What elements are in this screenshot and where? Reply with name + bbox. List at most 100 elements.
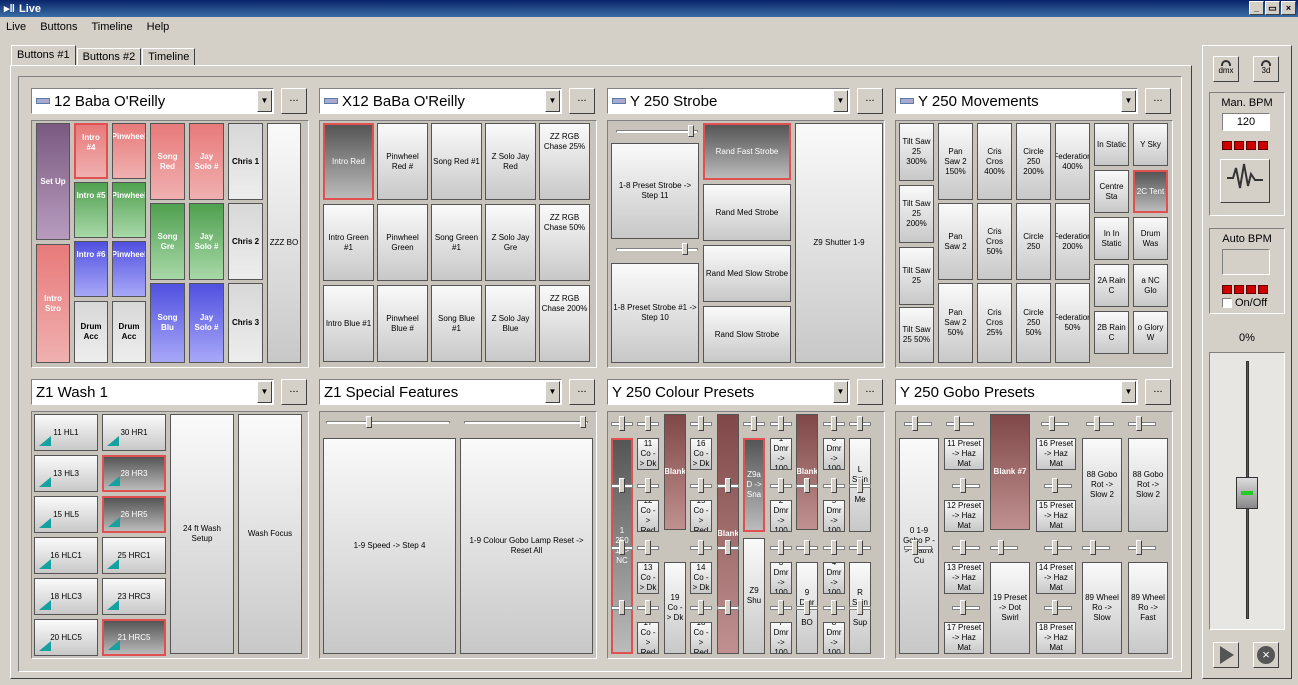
preset-button[interactable]: Chris 2 (228, 203, 263, 280)
restore-button[interactable]: ▭ (1265, 1, 1280, 15)
fader-mini[interactable] (952, 478, 980, 493)
preset-button[interactable]: Drum Acc (74, 301, 108, 363)
preset-button[interactable]: Z Solo Jay Blue (485, 285, 536, 362)
preset-button[interactable]: Wash Focus (238, 414, 302, 654)
tab-buttons-2[interactable]: Buttons #2 (76, 48, 142, 65)
preset-button[interactable]: 16 Co -> Dk (690, 438, 712, 470)
chevron-down-icon[interactable]: ▼ (257, 381, 272, 403)
fader-mini[interactable] (770, 478, 792, 493)
menu-buttons[interactable]: Buttons (40, 21, 77, 33)
preset-button[interactable]: 20 HLC5 (34, 619, 98, 656)
fader-mini[interactable] (717, 478, 739, 493)
fader-mini[interactable] (1128, 540, 1156, 555)
preset-button[interactable]: 4 Dmr -> 100 (823, 562, 845, 594)
ellipsis-button[interactable]: ... (1145, 379, 1171, 405)
tap-tempo-button[interactable] (1220, 159, 1270, 203)
fader-mini[interactable] (611, 540, 633, 555)
preset-button[interactable]: 2A Rain C (1094, 264, 1129, 307)
preset-button[interactable]: a NC Glo (1133, 264, 1168, 307)
preset-button[interactable]: Drum Acc (112, 301, 146, 363)
preset-button[interactable]: 1-9 Speed -> Step 4 (323, 438, 456, 654)
preset-button[interactable]: Pinwheel (112, 241, 146, 297)
fader-mini[interactable] (823, 416, 845, 431)
section-selector[interactable]: X12 BaBa O'Reilly ▼ (319, 88, 562, 114)
preset-button[interactable]: Pan Saw 2 50% (938, 283, 973, 363)
preset-button[interactable]: Rand Med Slow Strobe (703, 245, 791, 302)
preset-button[interactable]: Pan Saw 2 150% (938, 123, 973, 200)
tab-timeline[interactable]: Timeline (142, 48, 196, 65)
preset-button[interactable]: Tilt Saw 25 300% (899, 123, 934, 181)
preset-button[interactable]: 2B Rain C (1094, 311, 1129, 354)
fader-mini[interactable] (1128, 416, 1156, 431)
preset-button[interactable]: Intro Blue #1 (323, 285, 374, 362)
preset-button[interactable]: Blank (796, 414, 818, 530)
preset-button[interactable]: Intro Red (323, 123, 374, 200)
fader-mini[interactable] (717, 600, 739, 615)
speed-slider[interactable] (326, 416, 450, 430)
preset-button[interactable]: Intro #5 (74, 182, 108, 238)
preset-button[interactable]: 15 Preset -> Haz Mat (1036, 500, 1076, 532)
intensity-slider[interactable] (616, 243, 698, 257)
fader-mini[interactable] (990, 540, 1018, 555)
preset-button[interactable]: Circle 250 200% (1016, 123, 1051, 200)
preset-button[interactable]: 5 Dmr -> 100 (823, 500, 845, 532)
fader-mini[interactable] (770, 600, 792, 615)
preset-button[interactable]: Pinwheel Blue # (377, 285, 428, 362)
preset-button[interactable]: Z9 Shu (743, 538, 765, 654)
preset-button[interactable]: Intro #4 (74, 123, 108, 179)
section-selector[interactable]: 12 Baba O'Reilly ▼ (31, 88, 274, 114)
preset-button[interactable]: Blank (664, 414, 686, 530)
preset-button[interactable]: 1 Dmr -> 100 (770, 438, 792, 470)
preset-button[interactable]: 89 Wheel Ro -> Slow (1082, 562, 1122, 654)
preset-button[interactable]: 15 HL5 (34, 496, 98, 533)
fader-mini[interactable] (796, 540, 818, 555)
fader-mini[interactable] (690, 540, 712, 555)
reset-slider[interactable] (464, 416, 588, 430)
preset-button[interactable]: 7 Dmr -> 100 (770, 622, 792, 654)
preset-button[interactable]: 1-8 Preset Strobe -> Step 11 (611, 143, 699, 239)
preset-button[interactable]: Cris Cros 25% (977, 283, 1012, 363)
master-fader-thumb[interactable] (1236, 477, 1258, 509)
fader-mini[interactable] (611, 600, 633, 615)
chevron-down-icon[interactable]: ▼ (833, 90, 848, 112)
fader-mini[interactable] (743, 416, 765, 431)
preset-button[interactable]: ZZ RGB Chase 200% (539, 285, 590, 362)
fader-mini[interactable] (1044, 478, 1072, 493)
preset-button[interactable]: Rand Med Strobe (703, 184, 791, 241)
menu-live[interactable]: Live (6, 21, 26, 33)
preset-button[interactable]: 25 HRC1 (102, 537, 166, 574)
preset-button[interactable]: Song Blu (150, 283, 185, 363)
fader-mini[interactable] (904, 540, 932, 555)
preset-button[interactable]: 3 Dmr -> 100 (770, 562, 792, 594)
fader-mini[interactable] (952, 540, 980, 555)
preset-button[interactable]: 17 Co -> Red (637, 622, 659, 654)
preset-button[interactable]: Song Red (150, 123, 185, 200)
preset-button[interactable]: ZZZ BO (267, 123, 301, 363)
preset-button[interactable]: Blank (717, 414, 739, 654)
preset-button[interactable]: 16 HLC1 (34, 537, 98, 574)
preset-button[interactable]: Circle 250 50% (1016, 283, 1051, 363)
preset-button[interactable]: 88 Gobo Rot -> Slow 2 (1128, 438, 1168, 532)
ellipsis-button[interactable]: ... (857, 88, 883, 114)
preset-button[interactable]: Intro Green #1 (323, 204, 374, 281)
preset-button[interactable]: Chris 3 (228, 283, 263, 363)
fader-mini[interactable] (823, 600, 845, 615)
preset-button[interactable]: 13 HL3 (34, 455, 98, 492)
preset-button[interactable]: Blank #7 (990, 414, 1030, 530)
preset-button[interactable]: Z Solo Jay Gre (485, 204, 536, 281)
preset-button[interactable]: Song Red #1 (431, 123, 482, 200)
preset-button[interactable]: Federation 200% (1055, 203, 1090, 280)
preset-button[interactable]: o Glory W (1133, 311, 1168, 354)
fader-mini[interactable] (823, 540, 845, 555)
section-selector[interactable]: Z1 Wash 1 ▼ (31, 379, 274, 405)
preset-button[interactable]: Rand Slow Strobe (703, 306, 791, 363)
preset-button[interactable]: Chris 1 (228, 123, 263, 200)
preset-button[interactable]: 23 HRC3 (102, 578, 166, 615)
preset-button[interactable]: 14 Co -> Dk (690, 562, 712, 594)
preset-button[interactable]: 1-9 Colour Gobo Lamp Reset -> Reset All (460, 438, 593, 654)
preset-button[interactable]: Federation 400% (1055, 123, 1090, 200)
3d-button[interactable]: 3d (1253, 56, 1279, 82)
fader-mini[interactable] (690, 416, 712, 431)
preset-button[interactable]: 24 ft Wash Setup (170, 414, 234, 654)
preset-button[interactable]: 12 Co -> Red (637, 500, 659, 532)
